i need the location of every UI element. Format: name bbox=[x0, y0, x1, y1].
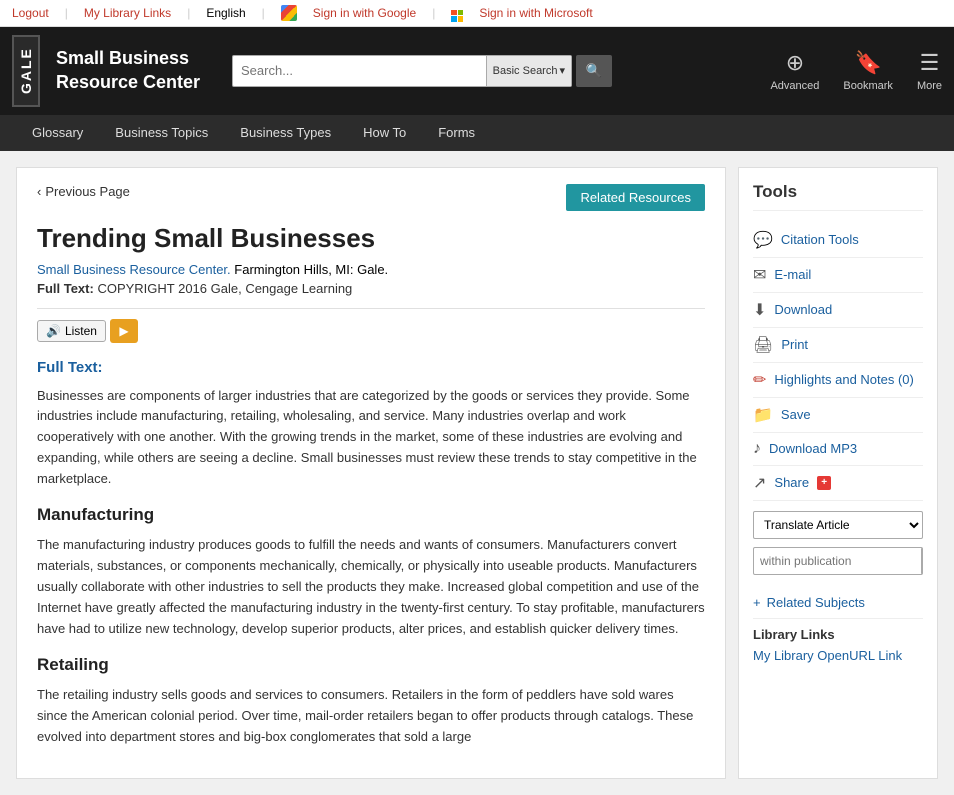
citation-tools-item[interactable]: 💬 Citation Tools bbox=[753, 223, 923, 258]
listen-bar: 🔊 Listen ▶ bbox=[37, 319, 705, 343]
citation-icon: 💬 bbox=[753, 230, 773, 250]
within-pub-input[interactable] bbox=[754, 549, 921, 573]
sign-in-google[interactable]: Sign in with Google bbox=[313, 6, 416, 20]
save-icon: 📁 bbox=[753, 405, 773, 425]
highlights-notes-item[interactable]: ✏ Highlights and Notes (0) bbox=[753, 363, 923, 398]
article-body-para1: Businesses are components of larger indu… bbox=[37, 386, 705, 490]
share-item[interactable]: ↗ Share + bbox=[753, 466, 923, 501]
advanced-icon: ⊕ bbox=[786, 50, 804, 76]
article-area: Related Resources ‹ Previous Page Trendi… bbox=[16, 167, 726, 779]
download-mp3-item[interactable]: ♪ Download MP3 bbox=[753, 433, 923, 466]
within-pub-wrap: 🔍 bbox=[753, 547, 923, 575]
chevron-down-icon: ▾ bbox=[559, 64, 565, 77]
translate-wrap: Translate Article bbox=[753, 511, 923, 539]
nav-item-how-to[interactable]: How To bbox=[347, 117, 422, 148]
separator bbox=[37, 308, 705, 309]
bookmark-icon: 🔖 bbox=[854, 50, 881, 76]
search-area: Basic Search ▾ 🔍 bbox=[232, 55, 612, 87]
article-body-section2: The retailing industry sells goods and s… bbox=[37, 685, 705, 747]
advanced-tool[interactable]: ⊕ Advanced bbox=[770, 50, 819, 92]
more-icon: ☰ bbox=[920, 50, 940, 76]
main-layout: Related Resources ‹ Previous Page Trendi… bbox=[0, 151, 954, 795]
article-copyright: Full Text: COPYRIGHT 2016 Gale, Cengage … bbox=[37, 281, 705, 296]
listen-button[interactable]: 🔊 Listen bbox=[37, 320, 106, 342]
section2-heading: Retailing bbox=[37, 655, 705, 675]
logout-link[interactable]: Logout bbox=[12, 6, 49, 20]
email-item[interactable]: ✉ E-mail bbox=[753, 258, 923, 293]
top-bar: Logout | My Library Links | English | Si… bbox=[0, 0, 954, 27]
article-source: Small Business Resource Center. Farmingt… bbox=[37, 262, 705, 277]
nav-item-forms[interactable]: Forms bbox=[422, 117, 491, 148]
google-color-icon bbox=[281, 5, 297, 21]
nav-item-business-topics[interactable]: Business Topics bbox=[99, 117, 224, 148]
music-icon: ♪ bbox=[753, 440, 761, 458]
within-pub-search-button[interactable]: 🔍 bbox=[921, 548, 923, 574]
plus-icon: + bbox=[753, 595, 761, 610]
search-icon: 🔍 bbox=[586, 63, 603, 79]
section1-heading: Manufacturing bbox=[37, 505, 705, 525]
gale-logo: GALE bbox=[12, 35, 40, 107]
chevron-left-icon: ‹ bbox=[37, 184, 41, 199]
search-input[interactable] bbox=[233, 59, 486, 82]
more-tool[interactable]: ☰ More bbox=[917, 50, 942, 92]
microsoft-icon bbox=[451, 4, 463, 22]
nav-item-business-types[interactable]: Business Types bbox=[224, 117, 347, 148]
article-body-section1: The manufacturing industry produces good… bbox=[37, 535, 705, 639]
print-icon: 🖨 bbox=[753, 335, 773, 355]
full-text-label: Full Text: bbox=[37, 281, 94, 296]
search-type-button[interactable]: Basic Search ▾ bbox=[486, 56, 571, 86]
audio-icon: 🔊 bbox=[46, 324, 61, 338]
related-resources-button[interactable]: Related Resources bbox=[566, 184, 705, 211]
email-icon: ✉ bbox=[753, 265, 766, 285]
search-input-wrap: Basic Search ▾ bbox=[232, 55, 572, 87]
sign-in-microsoft[interactable]: Sign in with Microsoft bbox=[479, 6, 592, 20]
related-subjects-item[interactable]: + Related Subjects bbox=[753, 587, 923, 619]
print-item[interactable]: 🖨 Print bbox=[753, 328, 923, 363]
download-icon: ⬇ bbox=[753, 300, 766, 320]
article-title: Trending Small Businesses bbox=[37, 223, 705, 254]
tools-title: Tools bbox=[753, 182, 923, 211]
share-icon: ↗ bbox=[753, 473, 766, 493]
my-library-links[interactable]: My Library Links bbox=[84, 6, 171, 20]
site-title: Small Business Resource Center bbox=[56, 47, 216, 94]
prev-page-button[interactable]: ‹ Previous Page bbox=[37, 184, 566, 199]
bookmark-tool[interactable]: 🔖 Bookmark bbox=[843, 50, 893, 92]
library-links-title: Library Links bbox=[753, 627, 923, 642]
nav-bar: Glossary Business Topics Business Types … bbox=[0, 115, 954, 151]
tools-sidebar: Tools 💬 Citation Tools ✉ E-mail ⬇ Downlo… bbox=[738, 167, 938, 779]
share-plus-icon: + bbox=[817, 476, 831, 490]
play-icon: ▶ bbox=[119, 324, 128, 338]
header-tools: ⊕ Advanced 🔖 Bookmark ☰ More bbox=[770, 50, 942, 92]
save-item[interactable]: 📁 Save bbox=[753, 398, 923, 433]
language-selector[interactable]: English bbox=[206, 6, 245, 20]
download-item[interactable]: ⬇ Download bbox=[753, 293, 923, 328]
translate-select[interactable]: Translate Article bbox=[753, 511, 923, 539]
library-link[interactable]: My Library OpenURL Link bbox=[753, 648, 902, 663]
search-go-button[interactable]: 🔍 bbox=[576, 55, 612, 87]
nav-item-glossary[interactable]: Glossary bbox=[16, 117, 99, 148]
source-link[interactable]: Small Business Resource Center. bbox=[37, 262, 231, 277]
header: GALE Small Business Resource Center Basi… bbox=[0, 27, 954, 115]
play-button[interactable]: ▶ bbox=[110, 319, 138, 343]
highlight-icon: ✏ bbox=[753, 370, 766, 390]
full-text-heading: Full Text: bbox=[37, 359, 705, 376]
